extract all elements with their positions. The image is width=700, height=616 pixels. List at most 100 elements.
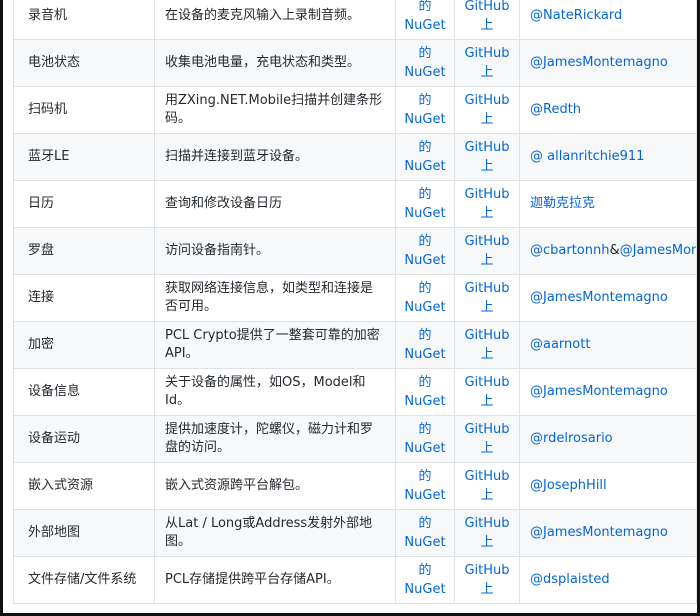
github-link-line: 上 bbox=[480, 535, 494, 550]
table-row: 录音机 在设备的麦克风输入上录制音频。 的 NuGet GitHub 上 @NateRick… bbox=[13, 0, 697, 40]
plugin-name-cell: 嵌入式资源 bbox=[13, 462, 155, 510]
author-link[interactable]: @aarnott bbox=[530, 337, 590, 352]
github-link-line: GitHub bbox=[464, 469, 510, 484]
author-link[interactable]: 迦勒克拉克 bbox=[530, 196, 595, 211]
github-link[interactable]: GitHub 上 bbox=[459, 514, 515, 552]
author-separator: & bbox=[609, 243, 620, 258]
github-link[interactable]: GitHub 上 bbox=[459, 91, 515, 129]
nuget-link-line: 的 bbox=[418, 563, 432, 578]
plugin-name: 加密 bbox=[28, 337, 55, 352]
plugin-name-cell: 扫码机 bbox=[13, 86, 155, 134]
nuget-link[interactable]: 的 NuGet bbox=[400, 44, 450, 82]
nuget-link[interactable]: 的 NuGet bbox=[400, 185, 450, 223]
author-link[interactable]: @dsplaisted bbox=[530, 572, 610, 587]
nuget-link[interactable]: 的 NuGet bbox=[400, 279, 450, 317]
nuget-link-line: NuGet bbox=[404, 206, 446, 221]
author-link[interactable]: @rdelrosario bbox=[530, 431, 613, 446]
plugin-description-cell: 从Lat / Long或Address发射外部地图。 bbox=[154, 509, 396, 557]
nuget-link-line: 的 bbox=[418, 328, 432, 343]
github-cell: GitHub 上 bbox=[454, 321, 520, 369]
nuget-cell: 的 NuGet bbox=[395, 509, 455, 557]
nuget-link[interactable]: 的 NuGet bbox=[400, 514, 450, 552]
plugin-description-cell: 提供加速度计，陀螺仪，磁力计和罗盘的访问。 bbox=[154, 415, 396, 463]
screenshot-frame: 录音机 在设备的麦克风输入上录制音频。的 NuGet GitHub 上 @NateRick… bbox=[0, 0, 700, 616]
table-row: 日历 查询和修改设备日历 的 NuGet GitHub 上 迦勒克拉克 bbox=[13, 180, 697, 228]
plugin-name-cell: 设备运动 bbox=[13, 415, 155, 463]
github-link[interactable]: GitHub 上 bbox=[459, 185, 515, 223]
plugin-name-cell: 加密 bbox=[13, 321, 155, 369]
github-link[interactable]: GitHub 上 bbox=[459, 44, 515, 82]
plugin-description: 嵌入式资源跨平台解包。 bbox=[165, 478, 309, 493]
nuget-link-line: NuGet bbox=[404, 347, 446, 362]
plugin-description: PCL Crypto提供了一整套可靠的加密API。 bbox=[165, 328, 380, 361]
plugin-description: 收集电池电量，充电状态和类型。 bbox=[165, 55, 361, 70]
plugin-name-cell: 录音机 bbox=[13, 0, 155, 40]
table-row: 设备运动 提供加速度计，陀螺仪，磁力计和罗盘的访问。 的 NuGet GitHub 上 @r… bbox=[13, 415, 697, 463]
plugin-name-cell: 文件存储/文件系统 bbox=[13, 556, 155, 604]
plugin-name-cell: 电池状态 bbox=[13, 39, 155, 87]
author-link[interactable]: @cbartonnh bbox=[530, 243, 609, 258]
github-link[interactable]: GitHub 上 bbox=[459, 420, 515, 458]
github-link-line: 上 bbox=[480, 18, 494, 33]
plugin-description: 提供加速度计，陀螺仪，磁力计和罗盘的访问。 bbox=[165, 422, 374, 455]
table-row: 文件存储/文件系统 PCL存储提供跨平台存储API。 的 NuGet GitHub 上 @d… bbox=[13, 556, 697, 604]
nuget-cell: 的 NuGet bbox=[395, 227, 455, 275]
github-link[interactable]: GitHub 上 bbox=[459, 279, 515, 317]
nuget-link[interactable]: 的 NuGet bbox=[400, 0, 450, 35]
nuget-link-line: 的 bbox=[418, 281, 432, 296]
author-link[interactable]: @JamesMontemagno bbox=[530, 290, 668, 305]
author-link[interactable]: @JamesMontemagno bbox=[620, 243, 696, 258]
nuget-link[interactable]: 的 NuGet bbox=[400, 138, 450, 176]
plugin-description: 扫描并连接到蓝牙设备。 bbox=[165, 149, 309, 164]
github-link[interactable]: GitHub 上 bbox=[459, 561, 515, 599]
github-link-line: GitHub bbox=[464, 187, 510, 202]
plugin-name-cell: 连接 bbox=[13, 274, 155, 322]
plugin-name-cell: 日历 bbox=[13, 180, 155, 228]
author-link[interactable]: @JamesMontemagno bbox=[530, 525, 668, 540]
nuget-link[interactable]: 的 NuGet bbox=[400, 232, 450, 270]
plugin-name: 文件存储/文件系统 bbox=[28, 572, 137, 587]
github-link[interactable]: GitHub 上 bbox=[459, 467, 515, 505]
github-link-line: GitHub bbox=[464, 328, 510, 343]
nuget-link[interactable]: 的 NuGet bbox=[400, 373, 450, 411]
github-link[interactable]: GitHub 上 bbox=[459, 373, 515, 411]
plugin-name: 罗盘 bbox=[28, 243, 55, 258]
nuget-link-line: 的 bbox=[418, 234, 432, 249]
nuget-link-line: NuGet bbox=[404, 112, 446, 127]
plugin-name-cell: 蓝牙LE bbox=[13, 133, 155, 181]
author-link[interactable]: @ allanritchie911 bbox=[530, 149, 644, 164]
nuget-link[interactable]: 的 NuGet bbox=[400, 326, 450, 364]
nuget-link-line: 的 bbox=[418, 46, 432, 61]
github-link[interactable]: GitHub 上 bbox=[459, 0, 515, 35]
github-link[interactable]: GitHub 上 bbox=[459, 326, 515, 364]
nuget-link[interactable]: 的 NuGet bbox=[400, 467, 450, 505]
plugin-description-cell: PCL存储提供跨平台存储API。 bbox=[154, 556, 396, 604]
github-cell: GitHub 上 bbox=[454, 180, 520, 228]
github-cell: GitHub 上 bbox=[454, 368, 520, 416]
plugin-description-cell: 在设备的麦克风输入上录制音频。 bbox=[154, 0, 396, 40]
github-link[interactable]: GitHub 上 bbox=[459, 138, 515, 176]
plugin-name: 蓝牙LE bbox=[28, 149, 70, 164]
plugin-name-cell: 罗盘 bbox=[13, 227, 155, 275]
plugin-description: 用ZXing.NET.Mobile扫描并创建条形码。 bbox=[165, 93, 383, 126]
nuget-link-line: NuGet bbox=[404, 65, 446, 80]
nuget-link-line: 的 bbox=[418, 140, 432, 155]
github-link-line: GitHub bbox=[464, 563, 510, 578]
author-link[interactable]: @JamesMontemagno bbox=[530, 55, 668, 70]
author-link[interactable]: @JamesMontemagno bbox=[530, 384, 668, 399]
author-cell: @dsplaisted bbox=[519, 556, 697, 604]
nuget-link-line: 的 bbox=[418, 469, 432, 484]
nuget-cell: 的 NuGet bbox=[395, 368, 455, 416]
github-link[interactable]: GitHub 上 bbox=[459, 232, 515, 270]
author-link[interactable]: @NateRickard bbox=[530, 8, 622, 23]
plugin-name: 扫码机 bbox=[28, 102, 68, 117]
nuget-link[interactable]: 的 NuGet bbox=[400, 91, 450, 129]
nuget-link[interactable]: 的 NuGet bbox=[400, 561, 450, 599]
nuget-link[interactable]: 的 NuGet bbox=[400, 420, 450, 458]
author-link[interactable]: @Redth bbox=[530, 102, 581, 117]
github-link-line: GitHub bbox=[464, 46, 510, 61]
nuget-link-line: NuGet bbox=[404, 535, 446, 550]
nuget-link-line: NuGet bbox=[404, 18, 446, 33]
author-link[interactable]: @JosephHill bbox=[530, 478, 607, 493]
table-row: 罗盘 访问设备指南针。 的 NuGet GitHub 上 @cbartonnh&@James… bbox=[13, 227, 697, 275]
